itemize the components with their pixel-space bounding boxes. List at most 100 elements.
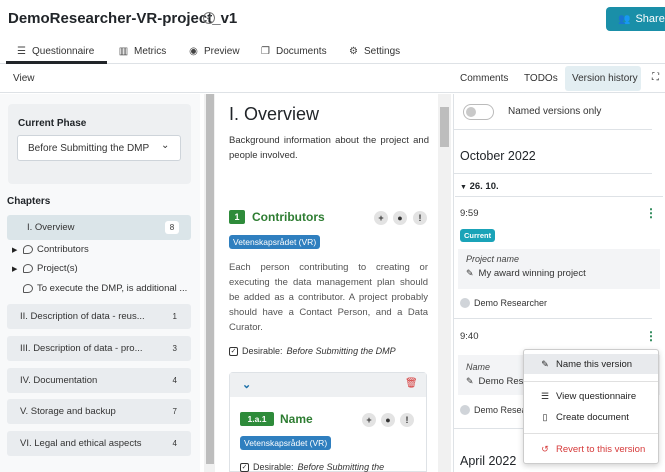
avatar <box>460 298 470 308</box>
content-scrollbar[interactable] <box>438 94 451 472</box>
desirable-phase: Before Submitting the <box>297 462 385 472</box>
chapter-label: I. Overview <box>27 222 75 233</box>
tab-documents[interactable]: ❐ Documents <box>260 46 327 57</box>
menu-item-create-document[interactable]: ▯ Create document <box>540 412 629 423</box>
tab-label: Metrics <box>134 46 167 57</box>
caret-right-icon[interactable]: ▶ <box>12 265 19 273</box>
month-heading: April 2022 <box>460 454 517 468</box>
history-icon: ↺ <box>541 444 549 454</box>
plus-icon[interactable]: + <box>374 211 388 225</box>
change-field-label: Project name <box>466 254 520 264</box>
sidebar-item-dmp[interactable]: To execute the DMP, is additional ... <box>12 283 187 294</box>
sub-question-title: Name <box>280 412 313 426</box>
desirable-line: ✓ Desirable: Before Submitting the <box>240 462 384 472</box>
chapter-item[interactable]: III. Description of data - pro... 3 <box>7 336 191 361</box>
sub-item-label: Contributors <box>37 244 89 255</box>
menu-item-view-questionnaire[interactable]: ☰ View questionnaire <box>540 391 636 402</box>
check-square-icon: ✓ <box>240 462 249 472</box>
sidebar-item-contributors[interactable]: ▶ Contributors <box>12 244 89 255</box>
divider <box>454 173 652 174</box>
expand-icon[interactable]: ⛶ <box>652 72 659 83</box>
vr-tag: Vetenskapsrådet (VR) <box>240 436 332 450</box>
comments-icon[interactable]: ● <box>381 413 395 427</box>
tab-questionnaire[interactable]: ☰ Questionnaire <box>16 46 94 57</box>
chapter-title: I. Overview <box>229 104 320 124</box>
phase-select[interactable]: Before Submitting the DMP <box>17 135 181 161</box>
trash-icon[interactable]: 🗑 <box>405 378 418 389</box>
change-field-value: ✎ My award winning project <box>466 268 586 279</box>
chapter-label: III. Description of data - pro... <box>20 343 143 354</box>
change-value-text: Demo Res <box>478 376 524 387</box>
share-label: Share <box>635 13 665 25</box>
chapters-heading: Chapters <box>7 196 51 207</box>
desirable-line: ✓ Desirable: Before Submitting the DMP <box>229 346 396 356</box>
menu-item-revert-version[interactable]: ↺ Revert to this version <box>540 444 645 455</box>
edit-icon: ✎ <box>466 376 474 386</box>
check-circle-icon: ✓ <box>203 12 215 24</box>
view-menu[interactable]: View <box>13 73 35 84</box>
menu-divider <box>524 381 658 382</box>
menu-item-label: View questionnaire <box>556 391 637 402</box>
kebab-menu-icon[interactable]: ⋮ <box>645 329 657 343</box>
version-history-label: Version history <box>572 73 638 84</box>
question-text: Each person contributing to creating or … <box>229 262 428 333</box>
share-button[interactable]: 👥 Share <box>606 7 665 31</box>
vr-tag: Vetenskapsrådet (VR) <box>229 235 321 249</box>
menu-item-label: Name this version <box>556 359 633 370</box>
edit-icon: ✎ <box>466 268 474 278</box>
desirable-prefix: Desirable: <box>242 346 283 356</box>
chapter-label: V. Storage and backup <box>20 406 116 417</box>
chapter-label: IV. Documentation <box>20 375 98 386</box>
menu-item-label: Create document <box>556 412 629 423</box>
month-heading: October 2022 <box>460 149 536 163</box>
chevron-down-icon[interactable]: ⌄ <box>242 378 251 391</box>
comments-icon[interactable]: ● <box>393 211 407 225</box>
kebab-menu-icon[interactable]: ⋮ <box>645 206 657 220</box>
chapter-item[interactable]: V. Storage and backup 7 <box>7 399 191 424</box>
edit-icon: ✎ <box>541 359 549 369</box>
comments-button[interactable]: Comments <box>460 73 508 84</box>
list-icon: ☰ <box>540 391 550 401</box>
sub-item-label: To execute the DMP, is additional ... <box>37 283 188 294</box>
plus-icon[interactable]: + <box>362 413 376 427</box>
sidebar-item-projects[interactable]: ▶ Project(s) <box>12 263 78 274</box>
exclamation-icon[interactable]: ! <box>400 413 414 427</box>
bar-chart-icon: ▥ <box>118 46 129 57</box>
desirable-phase: Before Submitting the DMP <box>286 346 396 356</box>
change-field-label: Name <box>466 362 491 372</box>
tab-metrics[interactable]: ▥ Metrics <box>118 46 166 57</box>
chapter-count: 1 <box>172 312 177 321</box>
sub-question-number-badge: 1.a.1 <box>240 412 274 426</box>
tab-preview[interactable]: ◉ Preview <box>188 46 240 57</box>
gears-icon: ⚙ <box>349 46 358 57</box>
divider <box>454 129 652 130</box>
question-title: Contributors <box>252 210 325 224</box>
chevron-down-icon: ⌄ <box>161 140 170 151</box>
eye-icon: ◉ <box>189 46 198 57</box>
chapter-label: II. Description of data - reus... <box>20 311 145 322</box>
exclamation-icon[interactable]: ! <box>413 211 427 225</box>
copy-icon: ❐ <box>261 46 270 57</box>
day-heading: ▼ 26. 10. <box>460 181 499 192</box>
version-time: 9:59 <box>460 208 479 219</box>
tab-label: Preview <box>204 46 240 57</box>
todos-button[interactable]: TODOs <box>524 73 558 84</box>
users-icon: 👥 <box>618 13 631 25</box>
sub-item-label: Project(s) <box>37 263 78 274</box>
chapter-item[interactable]: VI. Legal and ethical aspects 4 <box>7 431 191 456</box>
named-versions-label: Named versions only <box>508 106 602 117</box>
change-field-value: ✎ Demo Res <box>466 376 523 387</box>
file-icon: ▯ <box>542 412 548 422</box>
sidebar-scroll-thumb[interactable] <box>206 94 214 464</box>
menu-item-name-version[interactable]: ✎ Name this version <box>540 359 632 370</box>
caret-right-icon[interactable]: ▶ <box>12 246 19 254</box>
chapter-item[interactable]: IV. Documentation 4 <box>7 368 191 393</box>
content-scroll-thumb[interactable] <box>440 107 449 147</box>
chapter-item[interactable]: I. Overview 8 <box>7 215 191 240</box>
menu-divider <box>524 433 658 434</box>
question-number-badge: 1 <box>229 210 245 224</box>
tab-settings[interactable]: ⚙ Settings <box>348 46 400 57</box>
chapter-item[interactable]: II. Description of data - reus... 1 <box>7 304 191 329</box>
chapter-count: 3 <box>172 344 177 353</box>
tab-label: Questionnaire <box>32 46 95 57</box>
